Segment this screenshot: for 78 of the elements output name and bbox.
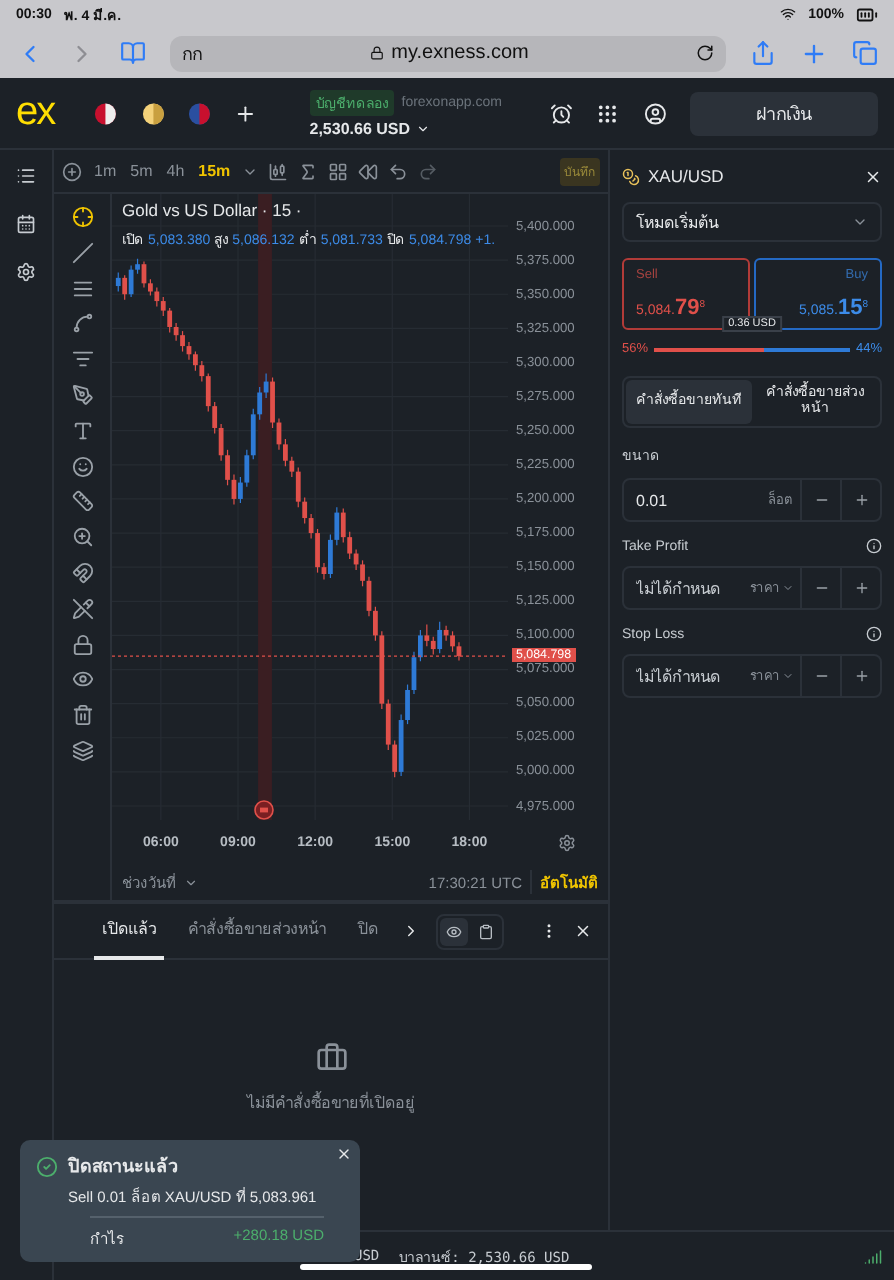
filter-lines-icon[interactable] <box>71 348 93 371</box>
chevron-down-icon <box>852 214 868 230</box>
wifi-icon <box>780 6 797 22</box>
deposit-button[interactable]: ฝากเงิน <box>690 91 878 135</box>
zoom-in-icon[interactable] <box>71 526 93 549</box>
eye-button[interactable] <box>440 917 468 945</box>
chevron-right-icon[interactable] <box>402 922 420 940</box>
orders-tab[interactable]: ปิด <box>350 903 386 959</box>
balance-text[interactable]: 2,530.66 USD <box>309 119 411 137</box>
trend-line-icon[interactable] <box>71 241 93 264</box>
coins-icon <box>622 167 640 185</box>
chart-title: Gold vs US Dollar · 15 · <box>122 200 304 220</box>
logo[interactable]: ex <box>16 90 55 136</box>
smiley-icon[interactable] <box>71 455 93 478</box>
info-icon[interactable] <box>866 538 882 554</box>
caret-icon[interactable] <box>416 121 431 135</box>
text-icon[interactable] <box>71 419 93 442</box>
symbol-name: XAU/USD <box>648 166 724 186</box>
address-bar[interactable]: กก my.exness.com <box>170 35 726 71</box>
trash-icon[interactable] <box>71 704 93 727</box>
alarm-icon[interactable] <box>549 101 573 125</box>
size-input[interactable]: 0.01 <box>624 480 768 520</box>
check-icon <box>36 1155 58 1177</box>
calendar-icon[interactable] <box>16 214 36 234</box>
timeframe-button[interactable]: 4h <box>164 162 187 180</box>
close-icon[interactable] <box>864 167 882 185</box>
caret-icon <box>782 670 794 682</box>
parallel-lines-icon[interactable] <box>71 277 93 300</box>
mode-select[interactable]: โหมดเริ่มต้น <box>622 202 882 242</box>
layout-icon[interactable] <box>328 161 349 181</box>
url-text: my.exness.com <box>391 42 529 64</box>
timeframe-button[interactable]: 1m <box>92 162 119 180</box>
candlestick-icon[interactable] <box>268 161 289 181</box>
lock-icon[interactable] <box>71 633 93 656</box>
orders-tab[interactable]: คำสั่งซื้อขายส่วงหน้า <box>180 903 334 959</box>
eye-icon <box>446 923 462 939</box>
close-icon[interactable] <box>574 922 592 940</box>
connection-icon <box>864 1247 882 1265</box>
ruler-icon[interactable] <box>71 490 93 513</box>
plus-icon <box>853 492 869 508</box>
indicator-icon[interactable] <box>298 161 319 181</box>
close-button[interactable] <box>336 1146 352 1162</box>
battery-icon <box>856 3 878 25</box>
profile-icon[interactable] <box>643 101 667 125</box>
briefcase-icon <box>315 1042 347 1074</box>
eye-icon[interactable] <box>71 668 93 691</box>
add-icon[interactable] <box>234 101 258 125</box>
toast-title: ปิดสถานะแล้ว <box>68 1154 178 1180</box>
orders-tab[interactable]: เปิดแล้ว <box>94 903 164 959</box>
event-marker-icon[interactable] <box>254 800 274 820</box>
magnet-icon[interactable] <box>71 561 93 584</box>
pen-icon[interactable] <box>71 383 93 406</box>
curve-icon[interactable] <box>71 312 93 335</box>
crosshair-icon[interactable] <box>71 206 93 228</box>
pencil-off-icon[interactable] <box>71 597 93 620</box>
timeframe-button[interactable]: 5m <box>128 162 155 180</box>
reload-icon[interactable] <box>696 44 715 62</box>
close-icon <box>336 1146 352 1162</box>
redo-icon[interactable] <box>418 161 439 181</box>
undo-icon[interactable] <box>388 161 409 181</box>
tab-text: กก <box>182 41 202 67</box>
info-icon[interactable] <box>866 626 882 642</box>
add-symbol-icon[interactable] <box>62 161 82 181</box>
settings-icon[interactable] <box>16 262 36 282</box>
lock-icon <box>369 46 384 60</box>
apps-grid-icon[interactable] <box>596 101 620 125</box>
replay-icon[interactable] <box>358 161 379 181</box>
caret-icon <box>782 582 794 594</box>
layers-icon[interactable] <box>71 739 93 762</box>
plus-icon <box>853 668 869 684</box>
menu-icon[interactable] <box>16 166 36 186</box>
flag-icon[interactable] <box>141 99 164 127</box>
plus-icon <box>853 580 869 596</box>
timeframe-button[interactable]: 15m <box>196 162 233 180</box>
settings-icon[interactable] <box>558 833 576 851</box>
clipboard-icon <box>478 923 494 939</box>
empty-message: ไม่มีคำสั่งซื้อขายที่เปิดอยู่ <box>247 1090 415 1116</box>
flag-icon[interactable] <box>94 99 118 127</box>
